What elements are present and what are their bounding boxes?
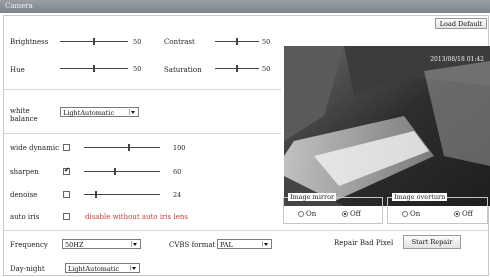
load-default-button[interactable]: Load Default <box>435 18 487 29</box>
chevron-down-icon <box>262 241 270 247</box>
chevron-down-icon <box>131 241 139 247</box>
brightness-label: Brightness <box>10 38 49 46</box>
settings-panel: Load Default Brightness 50 Contrast 50 H… <box>3 15 490 276</box>
denoise-checkbox[interactable] <box>63 191 70 198</box>
image-mirror-group: Image mirror On Off <box>283 193 383 224</box>
repair-bad-pixel-label: Repair Bad Pixel <box>334 239 394 247</box>
wide-dynamic-slider-thumb[interactable] <box>128 144 130 151</box>
image-overturn-off-radio[interactable] <box>454 211 460 217</box>
image-mirror-off-radio[interactable] <box>342 211 348 217</box>
hue-value: 50 <box>133 65 142 73</box>
denoise-value: 24 <box>173 191 182 199</box>
auto-iris-label: auto iris <box>10 213 40 221</box>
auto-iris-note: disable without auto iris lens <box>85 213 188 221</box>
sharpen-slider[interactable] <box>84 168 160 175</box>
window-title: Camera <box>5 2 33 10</box>
image-overturn-on-label: On <box>410 210 421 218</box>
day-night-label: Day-night <box>10 265 45 273</box>
denoise-slider-thumb[interactable] <box>95 191 97 198</box>
image-mirror-off-label: Off <box>350 210 361 218</box>
image-overturn-on-radio[interactable] <box>402 211 408 217</box>
contrast-value: 50 <box>262 38 271 46</box>
auto-iris-checkbox[interactable] <box>63 213 70 220</box>
sharpen-value: 60 <box>173 168 182 176</box>
white-balance-select[interactable]: LightAutomatic <box>60 107 139 117</box>
brightness-slider-thumb[interactable] <box>93 38 95 45</box>
saturation-slider-thumb[interactable] <box>236 65 238 72</box>
day-night-select[interactable]: LightAutomatic <box>65 263 140 273</box>
wide-dynamic-checkbox[interactable] <box>63 144 70 151</box>
wide-dynamic-label: wide dynamic <box>10 144 59 152</box>
frequency-label: Frequency <box>10 241 48 249</box>
sharpen-label: sharpen <box>10 168 39 176</box>
hue-slider-thumb[interactable] <box>93 65 95 72</box>
sharpen-checkbox[interactable] <box>63 166 70 175</box>
divider <box>4 89 281 90</box>
saturation-label: Saturation <box>164 66 202 74</box>
cvbs-format-select[interactable]: PAL <box>217 239 272 249</box>
brightness-value: 50 <box>133 38 142 46</box>
contrast-label: Contrast <box>164 38 195 46</box>
image-mirror-on-label: On <box>306 210 317 218</box>
image-overturn-group: Image overturn On Off <box>387 193 488 224</box>
frequency-select[interactable]: 50HZ <box>62 239 141 249</box>
saturation-value: 50 <box>262 65 271 73</box>
image-overturn-legend: Image overturn <box>392 193 448 201</box>
denoise-label: denoise <box>10 191 38 199</box>
window-titlebar: Camera <box>0 0 490 13</box>
wide-dynamic-value: 100 <box>173 144 186 152</box>
hue-label: Hue <box>10 66 25 74</box>
white-balance-label: white balance <box>10 107 38 123</box>
camera-image <box>284 46 490 206</box>
saturation-slider[interactable] <box>215 65 259 72</box>
wide-dynamic-slider[interactable] <box>84 144 160 151</box>
image-mirror-on-radio[interactable] <box>298 211 304 217</box>
brightness-slider[interactable] <box>60 38 128 45</box>
image-mirror-legend: Image mirror <box>288 193 337 201</box>
contrast-slider[interactable] <box>215 38 259 45</box>
chevron-down-icon <box>130 265 138 271</box>
cvbs-format-label: CVBS format <box>169 241 216 249</box>
image-overturn-off-label: Off <box>462 210 473 218</box>
divider <box>4 133 281 134</box>
start-repair-button[interactable]: Start Repair <box>403 235 461 249</box>
chevron-down-icon <box>129 109 137 115</box>
video-preview[interactable]: 2013/08/18 01:42 <box>284 46 490 206</box>
sharpen-slider-thumb[interactable] <box>114 168 116 175</box>
contrast-slider-thumb[interactable] <box>236 38 238 45</box>
denoise-slider[interactable] <box>84 191 160 198</box>
hue-slider[interactable] <box>60 65 128 72</box>
divider <box>4 230 488 231</box>
video-timestamp: 2013/08/18 01:42 <box>430 56 484 63</box>
